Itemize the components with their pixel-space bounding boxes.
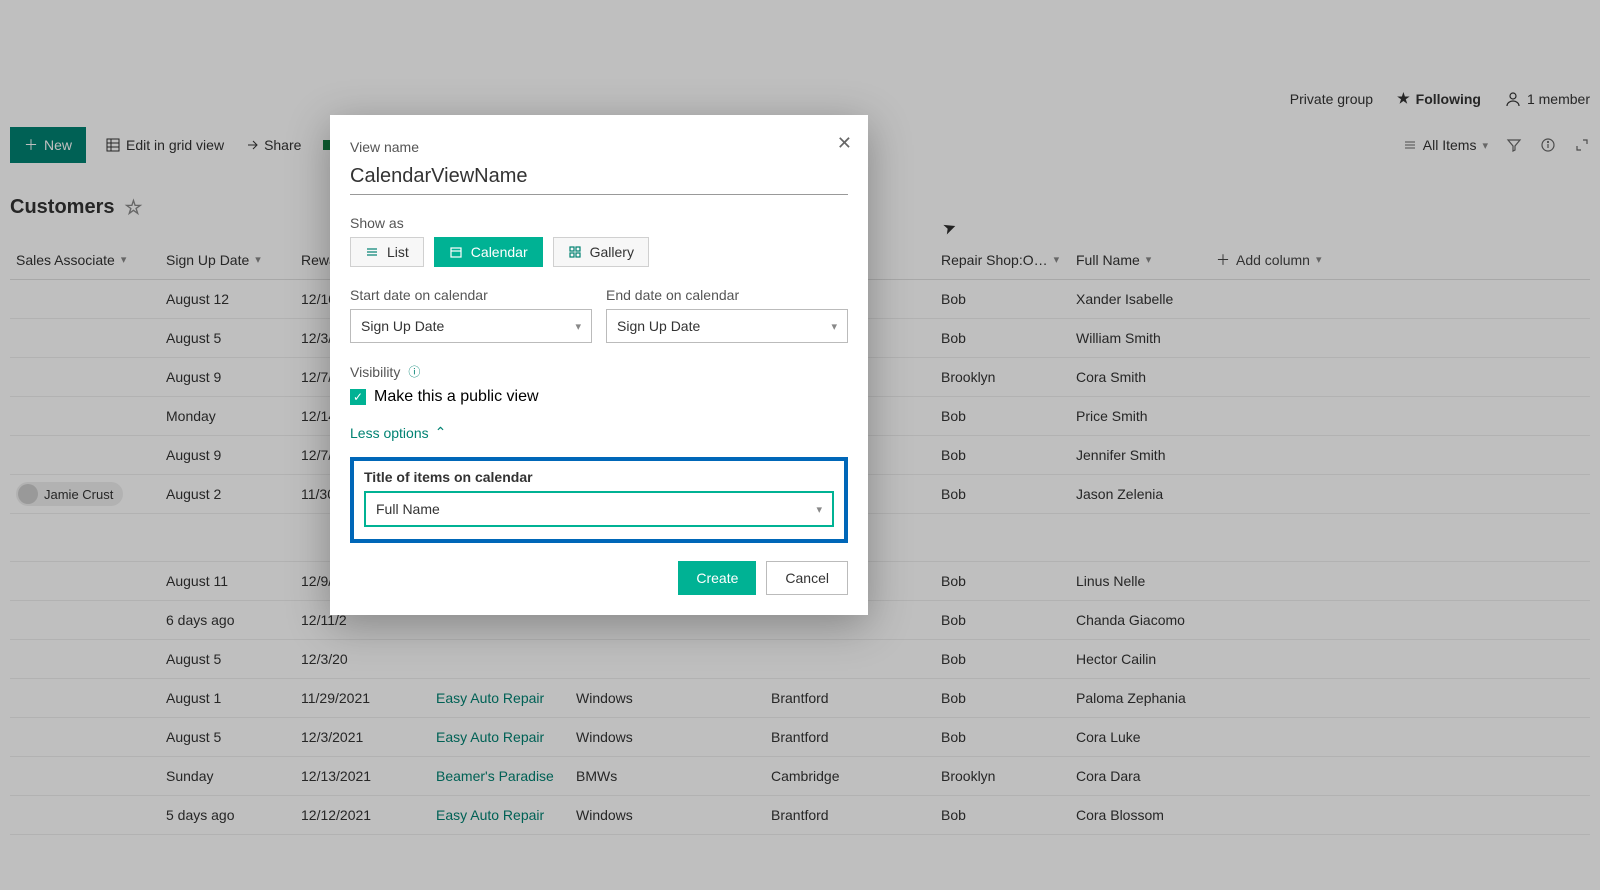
close-button[interactable]: ✕ [837,133,852,154]
close-icon: ✕ [837,133,852,153]
info-circle-icon[interactable]: ⓘ [408,363,420,380]
chevron-down-icon: ▾ [831,320,837,333]
title-items-section: Title of items on calendar Full Name ▾ [350,457,848,543]
title-items-select[interactable]: Full Name ▾ [364,491,834,527]
chevron-down-icon: ▾ [816,503,822,516]
start-date-label: Start date on calendar [350,287,592,303]
end-date-select[interactable]: Sign Up Date ▾ [606,309,848,343]
public-view-label: Make this a public view [374,388,539,406]
public-view-checkbox[interactable]: ✓ [350,389,366,405]
show-as-list[interactable]: List [350,237,424,267]
list-icon [365,245,379,259]
show-as-gallery[interactable]: Gallery [553,237,649,267]
show-as-label: Show as [350,215,848,231]
show-as-calendar[interactable]: Calendar [434,237,543,267]
title-items-label: Title of items on calendar [364,469,834,485]
visibility-label: Visibility ⓘ [350,363,848,380]
create-button[interactable]: Create [678,561,756,595]
create-view-dialog: ✕ View name Show as List Calendar Galler… [330,115,868,615]
less-options-toggle[interactable]: Less options ⌃ [350,424,848,441]
cancel-button[interactable]: Cancel [766,561,848,595]
gallery-icon [568,245,582,259]
chevron-down-icon: ▾ [575,320,581,333]
calendar-icon [449,245,463,259]
view-name-input[interactable] [350,161,848,195]
chevron-up-icon: ⌃ [435,424,447,441]
view-name-label: View name [350,139,848,155]
start-date-select[interactable]: Sign Up Date ▾ [350,309,592,343]
end-date-label: End date on calendar [606,287,848,303]
